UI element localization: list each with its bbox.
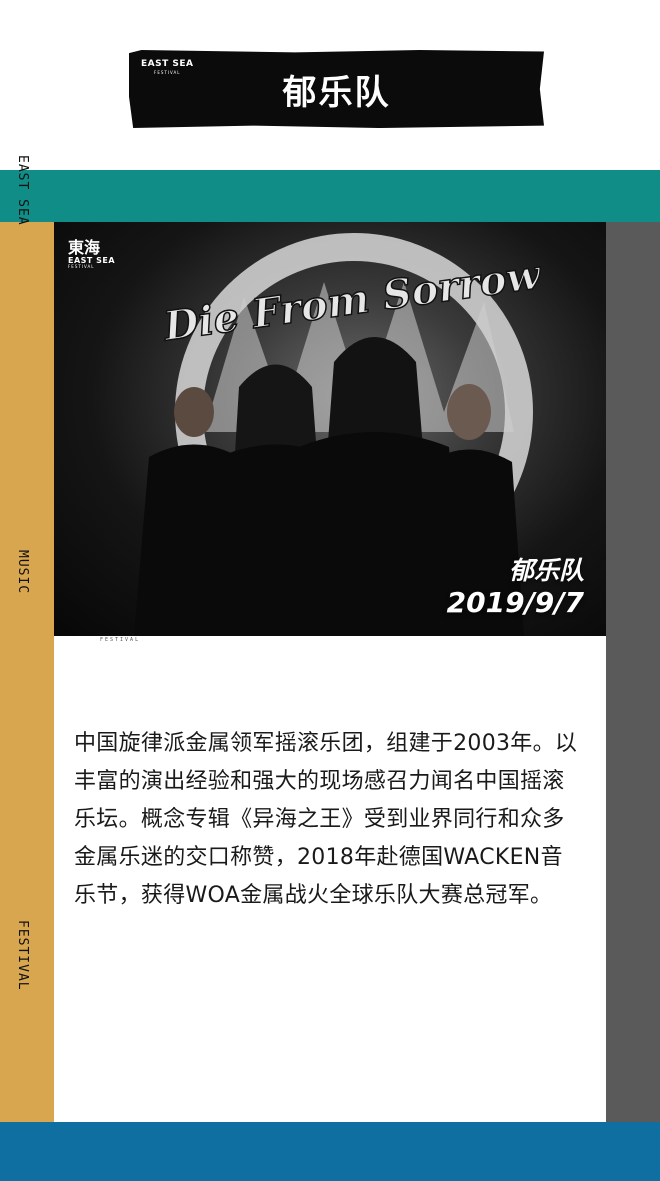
title-plate: EAST SEA FESTIVAL 郁乐队 xyxy=(129,50,544,128)
photo-festival-logo: 東海 EAST SEA FESTIVAL xyxy=(68,238,115,270)
band-description: 中国旋律派金属领军摇滚乐团，组建于2003年。以丰富的演出经验和强大的现场感召力… xyxy=(74,731,578,908)
caption-date: 2019/9/7 xyxy=(446,586,584,620)
side-label-east-sea: EAST SEA xyxy=(15,155,30,226)
photo-caption: 郁乐队 2019/9/7 xyxy=(447,556,584,620)
member-head xyxy=(447,384,491,440)
side-label-festival: FESTIVAL xyxy=(15,920,30,991)
teal-band xyxy=(0,170,660,222)
side-label-music: MUSIC xyxy=(15,550,30,595)
gray-side-bar xyxy=(606,222,660,1122)
caption-band-name: 郁乐队 xyxy=(508,556,584,586)
page-title: 郁乐队 xyxy=(282,72,391,113)
photo-logo-sub: FESTIVAL xyxy=(68,264,95,270)
blue-footer-band xyxy=(0,1122,660,1181)
photo-logo-cn: 東海 xyxy=(68,238,101,257)
photo-under-label: FESTIVAL xyxy=(100,637,141,643)
member-head xyxy=(174,387,214,437)
band-photo: Die From Sorrow 東海 EAST SEA FESTIVAL 郁乐队… xyxy=(54,222,606,636)
